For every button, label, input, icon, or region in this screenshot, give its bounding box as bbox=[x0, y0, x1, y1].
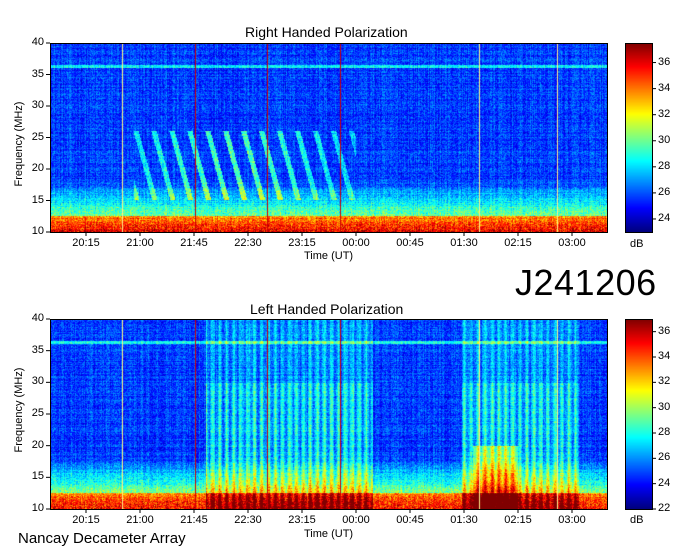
colorbar-tick-label: 26 bbox=[658, 451, 671, 464]
x-tick-label: 00:00 bbox=[342, 237, 370, 249]
colorbar-tick-label: 32 bbox=[658, 107, 671, 120]
colorbar-tick-label: 30 bbox=[658, 133, 671, 146]
x-tick-label: 20:15 bbox=[72, 514, 100, 526]
x-tick-label: 01:30 bbox=[450, 514, 478, 526]
colorbar-tick-label: 34 bbox=[658, 350, 671, 362]
colorbar-tick-label: 26 bbox=[658, 185, 671, 198]
x-tick-label: 02:15 bbox=[504, 514, 532, 526]
y-tick-label: 35 bbox=[31, 67, 44, 80]
colorbar-tick-label: 36 bbox=[658, 324, 671, 337]
x-tick-label: 23:15 bbox=[288, 237, 316, 249]
colorbar-tick-label: 34 bbox=[658, 81, 671, 94]
y-tick-label: 20 bbox=[31, 162, 44, 174]
y-tick-label: 40 bbox=[31, 36, 44, 48]
y-tick-label: 15 bbox=[31, 470, 44, 483]
plot-frame bbox=[50, 319, 608, 510]
x-tick-label: 21:00 bbox=[126, 514, 154, 526]
y-tick-label: 25 bbox=[31, 407, 44, 419]
y-tick-label: 10 bbox=[31, 502, 44, 514]
y-tick-label: 20 bbox=[31, 438, 44, 451]
colorbar-tick-label: 24 bbox=[658, 476, 671, 489]
x-tick-label: 22:30 bbox=[234, 237, 262, 249]
x-tick-label: 03:00 bbox=[558, 514, 586, 526]
colorbar-tick-label: 24 bbox=[658, 211, 671, 224]
plot-frame bbox=[50, 43, 608, 233]
y-tick-label: 40 bbox=[31, 312, 44, 324]
x-tick-label: 00:45 bbox=[396, 237, 424, 249]
x-tick-label: 00:45 bbox=[396, 514, 424, 526]
colorbar-frame bbox=[625, 43, 653, 233]
y-tick-label: 35 bbox=[31, 343, 44, 356]
y-tick-label: 15 bbox=[31, 193, 44, 206]
x-tick-label: 02:15 bbox=[504, 237, 532, 249]
x-tick-label: 01:30 bbox=[450, 237, 478, 249]
x-tick-label: 20:15 bbox=[72, 237, 100, 249]
colorbar-tick-label: 28 bbox=[658, 426, 671, 438]
y-tick-label: 30 bbox=[31, 99, 44, 111]
y-tick-label: 10 bbox=[31, 225, 44, 237]
x-tick-label: 21:45 bbox=[180, 237, 208, 249]
colorbar-tick-label: 22 bbox=[658, 502, 671, 514]
colorbar-frame bbox=[625, 319, 653, 510]
colorbar-tick-label: 28 bbox=[658, 159, 671, 172]
colorbar-tick-label: 32 bbox=[658, 375, 671, 388]
axes-overlay bbox=[46, 42, 656, 513]
x-tick-label: 21:00 bbox=[126, 237, 154, 249]
x-tick-label: 03:00 bbox=[558, 237, 586, 249]
y-tick-label: 30 bbox=[31, 375, 44, 388]
x-tick-label: 21:45 bbox=[180, 514, 208, 526]
x-tick-label: 00:00 bbox=[342, 514, 370, 526]
colorbar-tick-label: 30 bbox=[658, 400, 671, 413]
colorbar-tick-label: 36 bbox=[658, 55, 671, 68]
x-tick-label: 23:15 bbox=[288, 514, 316, 526]
y-tick-label: 25 bbox=[31, 130, 44, 143]
x-tick-label: 22:30 bbox=[234, 514, 262, 526]
